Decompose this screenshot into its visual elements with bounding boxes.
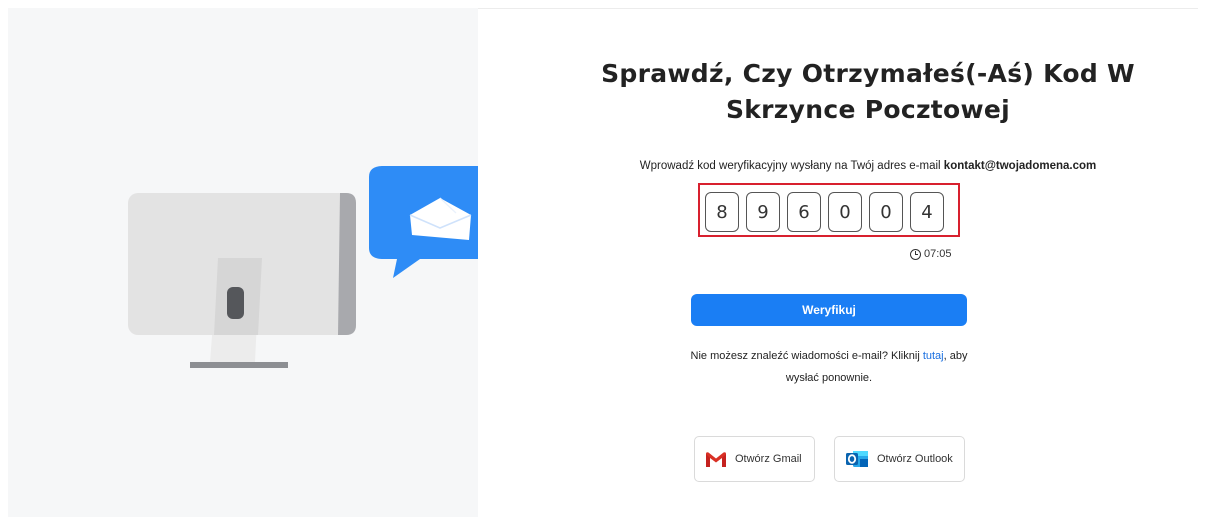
email-address: kontakt@twojadomena.com <box>943 160 1097 172</box>
resend-text-before: Nie możesz znaleźć wiadomości e-mail? Kl… <box>690 350 920 362</box>
open-outlook-button[interactable]: Otwórz Outlook <box>834 436 965 482</box>
countdown-timer: 07:05 <box>910 248 952 260</box>
monitor-side <box>338 193 356 335</box>
page-title: Sprawdź, Czy Otrzymałeś(-Aś) Kod W Skrzy… <box>518 56 1206 128</box>
page-title-line-1: Sprawdź, Czy Otrzymałeś(-Aś) Kod W <box>601 59 1135 88</box>
open-gmail-button[interactable]: Otwórz Gmail <box>694 436 815 482</box>
resend-link[interactable]: tutaj <box>923 350 944 362</box>
code-digit-input-6[interactable]: 4 <box>910 192 944 232</box>
monitor-port <box>227 287 244 319</box>
resend-line-2: wysłać ponownie. <box>785 372 873 384</box>
clock-icon <box>910 248 921 260</box>
open-outlook-label: Otwórz Outlook <box>877 453 953 465</box>
timer-value: 07:05 <box>924 248 952 260</box>
code-digit-input-4[interactable]: 0 <box>828 192 862 232</box>
gmail-icon <box>706 451 726 467</box>
code-digit-input-1[interactable]: 8 <box>705 192 739 232</box>
resend-text: Nie możesz znaleźć wiadomości e-mail? Kl… <box>538 345 1120 389</box>
code-digit-input-5[interactable]: 0 <box>869 192 903 232</box>
verification-code-inputs: 8 9 6 0 0 4 <box>705 192 944 232</box>
verification-panel: Sprawdź, Czy Otrzymałeś(-Aś) Kod W Skrzy… <box>478 8 1206 517</box>
instruction-text: Wprowadź kod weryfikacyjny wysłany na Tw… <box>518 160 1206 172</box>
instruction-prefix: Wprowadź kod weryfikacyjny wysłany na Tw… <box>639 160 941 172</box>
code-digit-input-2[interactable]: 9 <box>746 192 780 232</box>
resend-text-after: , aby <box>943 350 968 362</box>
computer-envelope-illustration <box>128 166 478 368</box>
open-gmail-label: Otwórz Gmail <box>735 453 802 465</box>
resend-line-1: Nie możesz znaleźć wiadomości e-mail? Kl… <box>538 345 1120 367</box>
page-title-line-2: Skrzynce Pocztowej <box>725 95 1011 124</box>
verify-button[interactable]: Weryfikuj <box>691 294 967 326</box>
outlook-icon <box>846 451 868 467</box>
code-digit-input-3[interactable]: 6 <box>787 192 821 232</box>
monitor-stand-base <box>190 362 288 368</box>
